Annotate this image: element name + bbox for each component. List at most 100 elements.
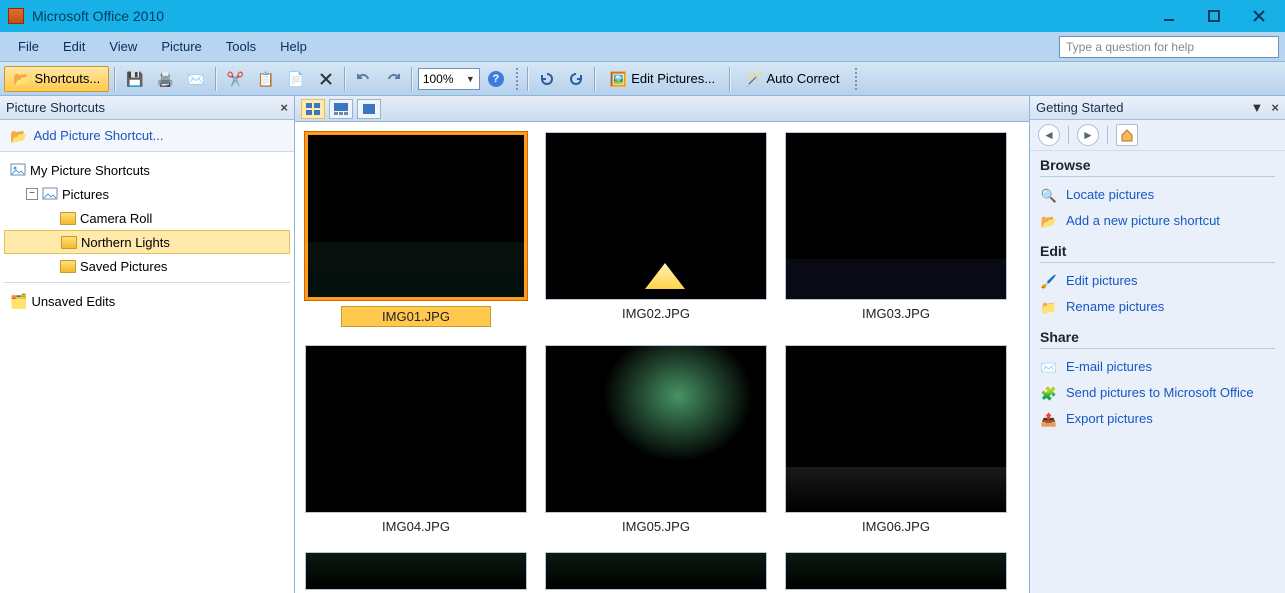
send-to-office-link[interactable]: 🧩 Send pictures to Microsoft Office: [1040, 381, 1275, 407]
thumbnail-caption: IMG03.JPG: [862, 306, 930, 321]
tree-root-my-picture-shortcuts[interactable]: My Picture Shortcuts: [4, 158, 290, 182]
send-to-office-label: Send pictures to Microsoft Office: [1066, 385, 1254, 400]
single-view-button[interactable]: [357, 99, 381, 119]
folder-icon: [60, 212, 76, 225]
folder-icon: [60, 260, 76, 273]
task-pane: Getting Started ▼ × ◄ ► Browse 🔍 Locate …: [1029, 96, 1285, 593]
rotate-left-button[interactable]: [534, 66, 560, 92]
thumbnail-item[interactable]: [783, 552, 1009, 590]
paste-icon: 📄: [287, 72, 304, 86]
export-pictures-link[interactable]: 📤 Export pictures: [1040, 407, 1275, 433]
minimize-button[interactable]: [1146, 2, 1191, 30]
undo-icon: [356, 72, 372, 86]
close-button[interactable]: [1236, 2, 1281, 30]
nav-home-button[interactable]: [1116, 124, 1138, 146]
rotate-right-icon: [568, 71, 584, 87]
menu-bar: File Edit View Picture Tools Help Type a…: [0, 32, 1285, 62]
toolbar-grip[interactable]: [516, 68, 522, 90]
copy-button[interactable]: 📋: [252, 66, 279, 92]
maximize-button[interactable]: [1191, 2, 1236, 30]
menu-file[interactable]: File: [6, 35, 51, 58]
add-new-shortcut-link[interactable]: 📂 Add a new picture shortcut: [1040, 209, 1275, 235]
tree-item-saved-pictures[interactable]: Saved Pictures: [4, 254, 290, 278]
app-icon: [8, 8, 24, 24]
tree-item-unsaved-edits[interactable]: 🗂️ Unsaved Edits: [4, 289, 290, 313]
mail-button[interactable]: ✉️: [182, 66, 209, 92]
tree-item-northern-lights-label: Northern Lights: [81, 235, 170, 250]
help-button[interactable]: ?: [483, 66, 509, 92]
pane-header: Picture Shortcuts ×: [0, 96, 294, 120]
menu-view[interactable]: View: [97, 35, 149, 58]
redo-button[interactable]: [380, 66, 406, 92]
tree-item-camera-roll[interactable]: Camera Roll: [4, 206, 290, 230]
toolbar-grip[interactable]: [855, 68, 861, 90]
add-picture-shortcut-row[interactable]: 📂 Add Picture Shortcut...: [0, 120, 294, 152]
tree-node-pictures[interactable]: − Pictures: [4, 182, 290, 206]
thumbnail-item[interactable]: IMG06.JPG: [783, 345, 1009, 534]
menu-edit[interactable]: Edit: [51, 35, 97, 58]
thumbnail-item[interactable]: IMG05.JPG: [543, 345, 769, 534]
auto-correct-button[interactable]: 🪄 Auto Correct: [736, 66, 848, 92]
thumbnail-item[interactable]: IMG04.JPG: [303, 345, 529, 534]
unsaved-edits-icon: 🗂️: [10, 294, 27, 308]
save-icon: 💾: [126, 72, 143, 86]
edit-pictures-task-label: Edit pictures: [1066, 273, 1138, 288]
nav-forward-button[interactable]: ►: [1077, 124, 1099, 146]
edit-pictures-link[interactable]: 🖌️ Edit pictures: [1040, 269, 1275, 295]
copy-icon: 📋: [257, 72, 274, 86]
help-search-placeholder: Type a question for help: [1066, 40, 1194, 54]
print-button[interactable]: 🖨️: [152, 66, 179, 92]
locate-pictures-link[interactable]: 🔍 Locate pictures: [1040, 183, 1275, 209]
nav-back-button[interactable]: ◄: [1038, 124, 1060, 146]
thumbnail-caption: IMG01.JPG: [341, 306, 491, 327]
task-pane-nav: ◄ ►: [1030, 120, 1285, 151]
undo-button[interactable]: [351, 66, 377, 92]
menu-help[interactable]: Help: [268, 35, 319, 58]
save-button[interactable]: 💾: [121, 66, 148, 92]
chevron-down-icon: ▼: [466, 74, 475, 84]
collapse-icon[interactable]: −: [26, 188, 38, 200]
delete-icon: [319, 72, 333, 86]
pane-close-button[interactable]: ×: [280, 100, 288, 115]
separator: [215, 67, 217, 91]
add-new-shortcut-label: Add a new picture shortcut: [1066, 213, 1220, 228]
window-title: Microsoft Office 2010: [32, 8, 164, 24]
email-pictures-icon: ✉️: [1040, 359, 1058, 377]
edit-pictures-button[interactable]: 🖼️ Edit Pictures...: [601, 66, 724, 92]
thumbnail-image: [785, 552, 1007, 590]
thumbnail-item[interactable]: IMG02.JPG: [543, 132, 769, 327]
rotate-left-icon: [539, 71, 555, 87]
menu-picture[interactable]: Picture: [149, 35, 213, 58]
help-search-input[interactable]: Type a question for help: [1059, 36, 1279, 58]
mail-icon: ✉️: [187, 72, 204, 86]
thumbnail-item[interactable]: [303, 552, 529, 590]
thumbnail-scroll-area[interactable]: IMG01.JPGIMG02.JPGIMG03.JPGIMG04.JPGIMG0…: [295, 122, 1029, 593]
cut-icon: ✂️: [227, 72, 244, 86]
menu-tools[interactable]: Tools: [214, 35, 268, 58]
tree-item-camera-roll-label: Camera Roll: [80, 211, 152, 226]
task-pane-close-button[interactable]: ×: [1271, 100, 1279, 115]
paste-button[interactable]: 📄: [282, 66, 309, 92]
thumbnail-image: [545, 345, 767, 513]
delete-button[interactable]: [313, 66, 339, 92]
auto-correct-icon: 🪄: [745, 72, 762, 86]
thumbnail-item[interactable]: IMG03.JPG: [783, 132, 1009, 327]
tree-item-saved-pictures-label: Saved Pictures: [80, 259, 167, 274]
zoom-combo[interactable]: 100% ▼: [418, 68, 480, 90]
task-pane-dropdown-icon[interactable]: ▼: [1251, 100, 1264, 115]
thumbnail-item[interactable]: [543, 552, 769, 590]
shortcuts-icon: 📂: [13, 72, 30, 86]
separator: [1107, 126, 1108, 144]
add-picture-shortcut-link[interactable]: Add Picture Shortcut...: [33, 128, 163, 143]
tree-item-northern-lights[interactable]: Northern Lights: [4, 230, 290, 254]
thumbnail-view-button[interactable]: [301, 99, 325, 119]
rotate-right-button[interactable]: [563, 66, 589, 92]
thumbnail-image: [305, 552, 527, 590]
cut-button[interactable]: ✂️: [222, 66, 249, 92]
thumbnail-item[interactable]: IMG01.JPG: [303, 132, 529, 327]
rename-pictures-link[interactable]: 📁 Rename pictures: [1040, 295, 1275, 321]
shortcuts-button[interactable]: 📂 Shortcuts...: [4, 66, 109, 92]
email-pictures-link[interactable]: ✉️ E-mail pictures: [1040, 355, 1275, 381]
toolbar: 📂 Shortcuts... 💾 🖨️ ✉️ ✂️ 📋 📄 100% ▼ ? 🖼…: [0, 62, 1285, 96]
filmstrip-view-button[interactable]: [329, 99, 353, 119]
